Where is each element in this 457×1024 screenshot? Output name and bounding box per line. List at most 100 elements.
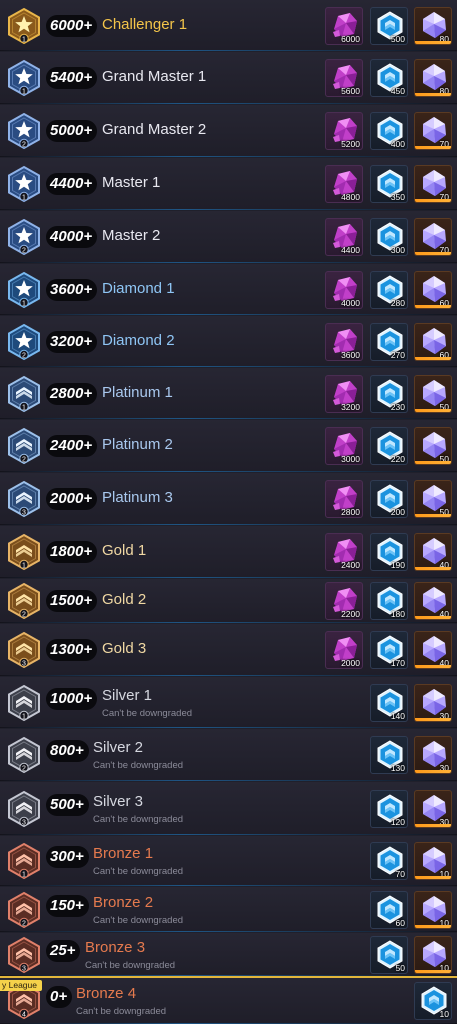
gem-reward[interactable]: 3200 — [325, 375, 363, 413]
reward-amount: 4000 — [341, 298, 360, 308]
reward-amount: 190 — [390, 560, 405, 570]
gem-reward[interactable]: 4400 — [325, 218, 363, 256]
reward-amount: 10 — [439, 1009, 449, 1019]
chip-reward[interactable]: 10 — [414, 982, 452, 1020]
score-threshold: 25+ — [46, 940, 81, 962]
chip-reward[interactable]: 270 — [370, 323, 408, 361]
chip-reward[interactable]: 300 — [370, 218, 408, 256]
reward-amount: 270 — [390, 350, 405, 360]
rank-badge-icon: 2 — [5, 218, 43, 256]
chip-reward[interactable]: 280 — [370, 271, 408, 309]
chip-reward[interactable]: 60 — [370, 891, 408, 929]
tier-name: Bronze 3 — [85, 939, 146, 956]
svg-text:1: 1 — [22, 404, 26, 411]
crystal-reward[interactable]: 70 — [414, 218, 452, 256]
tier-name: Platinum 3 — [102, 489, 173, 506]
tier-name: Grand Master 2 — [102, 121, 207, 138]
chip-reward[interactable]: 170 — [370, 631, 408, 669]
rank-badge-icon: 1 — [5, 7, 43, 45]
crystal-reward[interactable]: 50 — [414, 480, 452, 518]
reward-amount: 4800 — [341, 192, 360, 202]
crystal-reward[interactable]: 70 — [414, 112, 452, 150]
tier-name: Master 2 — [102, 227, 161, 244]
score-threshold: 5000+ — [46, 120, 98, 142]
downgrade-note: Can't be downgraded — [85, 960, 176, 971]
gem-reward[interactable]: 6000 — [325, 7, 363, 45]
gem-reward[interactable]: 3000 — [325, 427, 363, 465]
reward-amount: 30 — [439, 711, 449, 721]
crystal-reward[interactable]: 80 — [414, 59, 452, 97]
reward-amount: 40 — [439, 609, 449, 619]
reward-amount: 4400 — [341, 245, 360, 255]
crystal-reward[interactable]: 40 — [414, 631, 452, 669]
crystal-reward[interactable]: 70 — [414, 165, 452, 203]
rank-badge-icon: 1 — [5, 59, 43, 97]
reward-amount: 300 — [390, 245, 405, 255]
reward-amount: 280 — [390, 298, 405, 308]
tier-name: Silver 3 — [93, 793, 144, 810]
gem-reward[interactable]: 2400 — [325, 533, 363, 571]
score-threshold: 150+ — [46, 895, 89, 917]
gem-reward[interactable]: 3600 — [325, 323, 363, 361]
chip-reward[interactable]: 350 — [370, 165, 408, 203]
reward-amount: 2800 — [341, 507, 360, 517]
tier-name: Silver 2 — [93, 739, 144, 756]
reward-amount: 230 — [390, 402, 405, 412]
chip-reward[interactable]: 140 — [370, 684, 408, 722]
downgrade-note: Can't be downgraded — [76, 1006, 167, 1017]
crystal-reward[interactable]: 30 — [414, 790, 452, 828]
rank-badge-icon: 1 — [5, 842, 43, 880]
chip-reward[interactable]: 400 — [370, 112, 408, 150]
crystal-reward[interactable]: 40 — [414, 533, 452, 571]
reward-amount: 10 — [439, 963, 449, 973]
score-threshold: 1800+ — [46, 541, 98, 563]
crystal-reward[interactable]: 60 — [414, 271, 452, 309]
chip-reward[interactable]: 220 — [370, 427, 408, 465]
chip-reward[interactable]: 120 — [370, 790, 408, 828]
chip-reward[interactable]: 180 — [370, 582, 408, 620]
gem-reward[interactable]: 5200 — [325, 112, 363, 150]
reward-amount: 5600 — [341, 86, 360, 96]
gem-reward[interactable]: 4000 — [325, 271, 363, 309]
crystal-reward[interactable]: 30 — [414, 684, 452, 722]
score-threshold: 0+ — [46, 986, 73, 1008]
chip-reward[interactable]: 190 — [370, 533, 408, 571]
crystal-reward[interactable]: 60 — [414, 323, 452, 361]
gem-reward[interactable]: 2200 — [325, 582, 363, 620]
chip-reward[interactable]: 130 — [370, 736, 408, 774]
crystal-reward[interactable]: 40 — [414, 582, 452, 620]
chip-reward[interactable]: 50 — [370, 936, 408, 974]
chip-reward[interactable]: 230 — [370, 375, 408, 413]
tier-row: 1 2800+ Platinum 1 3200 230 50 — [0, 368, 457, 419]
chip-reward[interactable]: 500 — [370, 7, 408, 45]
crystal-reward[interactable]: 50 — [414, 375, 452, 413]
chip-reward[interactable]: 450 — [370, 59, 408, 97]
downgrade-note: Can't be downgraded — [93, 915, 184, 926]
gem-reward[interactable]: 4800 — [325, 165, 363, 203]
crystal-reward[interactable]: 30 — [414, 736, 452, 774]
downgrade-note: Can't be downgraded — [93, 760, 184, 771]
tier-row: 4 0+ Bronze 4 Can't be downgraded 10 — [0, 977, 457, 1024]
rank-badge-icon: 3 — [5, 480, 43, 518]
reward-amount: 350 — [390, 192, 405, 202]
gem-reward[interactable]: 2000 — [325, 631, 363, 669]
crystal-reward[interactable]: 80 — [414, 7, 452, 45]
chip-reward[interactable]: 200 — [370, 480, 408, 518]
tier-name: Platinum 2 — [102, 436, 173, 453]
reward-amount: 180 — [390, 609, 405, 619]
svg-text:2: 2 — [22, 765, 26, 772]
crystal-reward[interactable]: 50 — [414, 427, 452, 465]
chip-reward[interactable]: 70 — [370, 842, 408, 880]
rank-badge-icon: 3 — [5, 790, 43, 828]
score-threshold: 6000+ — [46, 15, 98, 37]
downgrade-note: Can't be downgraded — [93, 814, 184, 825]
crystal-reward[interactable]: 10 — [414, 936, 452, 974]
reward-amount: 30 — [439, 763, 449, 773]
crystal-reward[interactable]: 10 — [414, 842, 452, 880]
reward-amount: 50 — [439, 454, 449, 464]
crystal-reward[interactable]: 10 — [414, 891, 452, 929]
reward-amount: 80 — [439, 86, 449, 96]
reward-amount: 3000 — [341, 454, 360, 464]
gem-reward[interactable]: 2800 — [325, 480, 363, 518]
gem-reward[interactable]: 5600 — [325, 59, 363, 97]
